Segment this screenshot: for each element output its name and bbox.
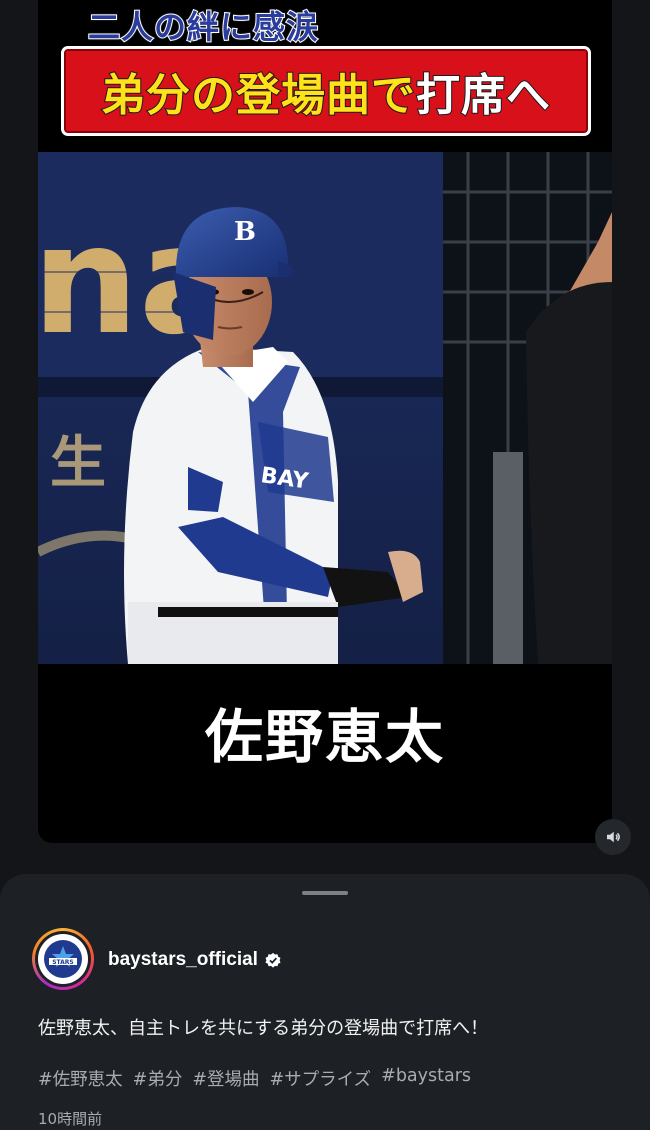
player-name-caption: 佐野恵太 [204,703,445,771]
post-info-sheet: STARS baystars_official 佐野恵太、自主トレを共にする弟分… [0,874,650,1130]
sound-toggle-button[interactable] [595,819,631,855]
headline-banner-main: 弟分の登場曲で [100,69,416,122]
hashtag-link[interactable]: #弟分 [133,1066,183,1091]
hashtag-link[interactable]: #佐野恵太 [38,1066,123,1091]
baystars-logo-icon: STARS [44,940,82,978]
avatar-story-ring[interactable]: STARS [32,928,94,990]
username-text[interactable]: baystars_official [108,949,258,971]
headline-banner: 弟分の登場曲で 打席へ [61,46,591,136]
wall-text: 生 [50,431,106,496]
hashtag-link[interactable]: #登場曲 [192,1066,259,1091]
post-timestamp: 10時間前 [38,1110,103,1128]
svg-text:B: B [234,217,256,247]
headline-top: 二人の絆に感涙 [87,7,320,47]
avatar: STARS [38,934,88,984]
hashtag-link[interactable]: #サプライズ [270,1066,372,1091]
hashtag-link[interactable]: #baystars [381,1066,471,1091]
video-frame: na 生 BAY B [38,152,612,664]
reels-screen: 二人の絆に感涙 弟分の登場曲で 打席へ na 生 BAY B 佐野恵太 STAR… [0,0,650,1130]
svg-text:STARS: STARS [52,959,74,966]
speaker-icon [607,831,620,843]
post-caption: 佐野恵太、自主トレを共にする弟分の登場曲で打席へ！ [38,1018,489,1039]
video-player[interactable]: 二人の絆に感涙 弟分の登場曲で 打席へ na 生 BAY B 佐野恵太 [38,0,612,843]
video-still-image: na 生 BAY B [38,152,612,664]
headline-banner-end: 打席へ [415,69,551,122]
verified-badge-icon [265,952,281,968]
post-hashtags: #佐野恵太 #弟分 #登場曲 #サプライズ #baystars [38,1066,628,1091]
sheet-drag-handle[interactable] [302,891,348,895]
post-username[interactable]: baystars_official [108,947,282,973]
